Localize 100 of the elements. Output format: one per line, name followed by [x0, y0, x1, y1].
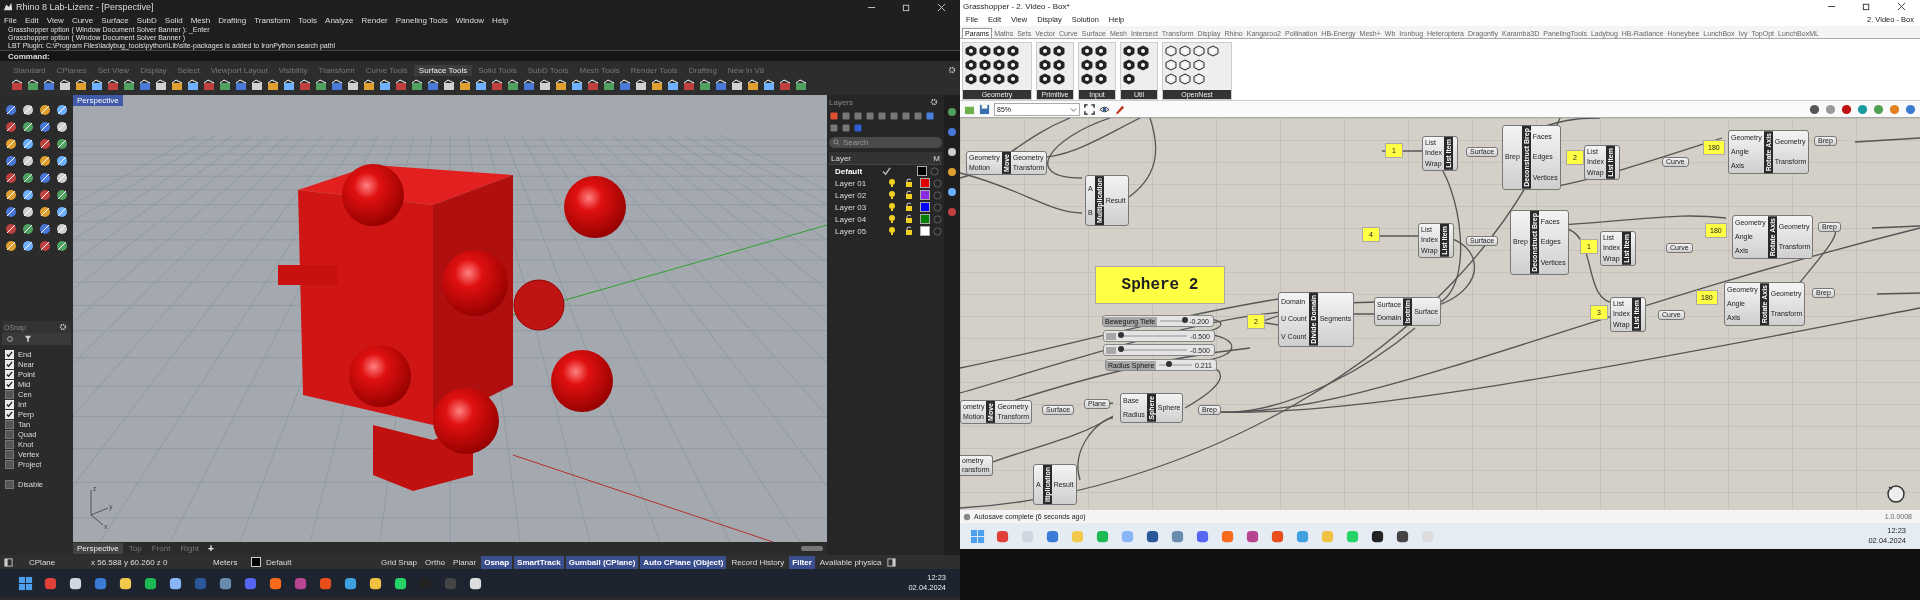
menu-item[interactable]: Tools: [298, 15, 318, 25]
lock-icon[interactable]: [905, 226, 913, 236]
status-toggle[interactable]: Filter: [789, 555, 815, 569]
toolbar-tab[interactable]: Surface Tools: [413, 64, 473, 76]
lock-icon[interactable]: [905, 214, 913, 224]
tool-icon[interactable]: [55, 205, 69, 219]
component-icon[interactable]: [1165, 59, 1177, 71]
layer-swatch[interactable]: [251, 557, 261, 567]
tool-icon[interactable]: [394, 79, 408, 93]
preview-icon[interactable]: [1857, 103, 1868, 115]
app-icon[interactable]: [468, 575, 483, 591]
status-toggle[interactable]: Grid Snap: [378, 555, 421, 569]
tool-icon[interactable]: [266, 79, 280, 93]
menu-item[interactable]: Analyze: [325, 15, 354, 25]
layer-color-swatch[interactable]: [920, 226, 930, 236]
tool-icon[interactable]: [58, 79, 72, 93]
add-tab-button[interactable]: +: [205, 543, 217, 554]
panel-toggle-icon[interactable]: [886, 557, 896, 567]
panel-toggle-icon[interactable]: [4, 557, 13, 567]
component-icon[interactable]: [979, 45, 991, 57]
tool-icon[interactable]: [21, 154, 35, 168]
tool-icon[interactable]: [522, 79, 536, 93]
checkbox[interactable]: [5, 449, 14, 459]
tool-icon[interactable]: [21, 188, 35, 202]
tool-icon[interactable]: [106, 79, 120, 93]
panel-note[interactable]: Sphere 2: [1095, 266, 1225, 304]
component-icon[interactable]: [1081, 73, 1093, 85]
lightbulb-icon[interactable]: [888, 190, 896, 200]
component-icon[interactable]: [1053, 73, 1065, 85]
tool-icon[interactable]: [202, 79, 216, 93]
tool-icon[interactable]: [38, 205, 52, 219]
preview-icon[interactable]: [1905, 103, 1916, 115]
tool-icon[interactable]: [21, 222, 35, 236]
tool-icon[interactable]: [38, 137, 52, 151]
layer-color-swatch[interactable]: [920, 202, 930, 212]
app-icon[interactable]: [1370, 528, 1385, 544]
target-icon[interactable]: [6, 335, 14, 343]
lock-icon[interactable]: [905, 202, 913, 212]
component-icon[interactable]: [1165, 73, 1177, 85]
menu-item[interactable]: Drafting: [218, 15, 247, 25]
tool-icon[interactable]: [378, 79, 392, 93]
tool-icon[interactable]: [538, 79, 552, 93]
tool-icon[interactable]: [55, 137, 69, 151]
component-icon[interactable]: [1179, 59, 1191, 71]
status-toggle[interactable]: SmartTrack: [514, 555, 564, 569]
save-icon[interactable]: [979, 103, 990, 115]
menu-item[interactable]: Surface: [101, 15, 129, 25]
component-icon[interactable]: [1179, 73, 1191, 85]
component-icon[interactable]: [1179, 45, 1191, 57]
app-icon[interactable]: [143, 575, 158, 591]
menu-item[interactable]: Curve: [71, 15, 94, 25]
navigation-compass-icon[interactable]: [1886, 484, 1906, 504]
lock-icon[interactable]: [905, 190, 913, 200]
menu-item[interactable]: Render: [361, 15, 388, 25]
component-icon[interactable]: [1095, 45, 1107, 57]
app-icon[interactable]: [343, 575, 358, 591]
tool-icon[interactable]: [55, 239, 69, 253]
layer-name[interactable]: Layer 05: [835, 226, 879, 236]
tool-icon[interactable]: [4, 137, 18, 151]
windows-start-icon[interactable]: [18, 575, 33, 591]
menu-item[interactable]: SubD: [136, 15, 157, 25]
column-header[interactable]: Layer: [829, 153, 851, 163]
layer-color-swatch[interactable]: [917, 166, 927, 176]
app-icon[interactable]: [1395, 528, 1410, 544]
component-icon[interactable]: [1007, 45, 1019, 57]
tool-icon[interactable]: [778, 79, 792, 93]
menu-item[interactable]: Transform: [254, 15, 291, 25]
component-icon[interactable]: [1123, 59, 1135, 71]
tool-icon[interactable]: [218, 79, 232, 93]
menu-item[interactable]: View: [46, 15, 64, 25]
tool-icon[interactable]: [21, 137, 35, 151]
tool-icon[interactable]: [38, 222, 52, 236]
tool-icon[interactable]: [4, 154, 18, 168]
component-icon[interactable]: [1137, 45, 1149, 57]
layer-name[interactable]: Layer 01: [835, 178, 879, 188]
tool-icon[interactable]: [21, 205, 35, 219]
component-icon[interactable]: [993, 59, 1005, 71]
tool-icon[interactable]: [298, 79, 312, 93]
component-icon[interactable]: [993, 45, 1005, 57]
slider-grip[interactable]: [1166, 361, 1173, 367]
tool-icon[interactable]: [26, 79, 40, 93]
component-icon[interactable]: [1007, 73, 1019, 85]
zoom-extents-icon[interactable]: [1084, 103, 1095, 115]
menu-item[interactable]: Mesh: [190, 15, 211, 25]
component-icon[interactable]: [1207, 45, 1219, 57]
tool-icon[interactable]: [170, 79, 184, 93]
windows-start-icon[interactable]: [970, 528, 985, 544]
tool-icon[interactable]: [410, 79, 424, 93]
component-icon[interactable]: [1123, 45, 1135, 57]
tool-icon[interactable]: [794, 79, 808, 93]
tool-icon[interactable]: [442, 79, 456, 93]
tool-icon[interactable]: [314, 79, 328, 93]
menu-item[interactable]: File: [4, 15, 17, 25]
app-icon[interactable]: [118, 575, 133, 591]
tool-icon[interactable]: [4, 239, 18, 253]
settings-icon[interactable]: [59, 323, 67, 331]
component-icon[interactable]: [1165, 45, 1177, 57]
lightbulb-icon[interactable]: [888, 214, 896, 224]
preview-icon[interactable]: [1873, 103, 1884, 115]
preview-icon[interactable]: [1809, 103, 1820, 115]
